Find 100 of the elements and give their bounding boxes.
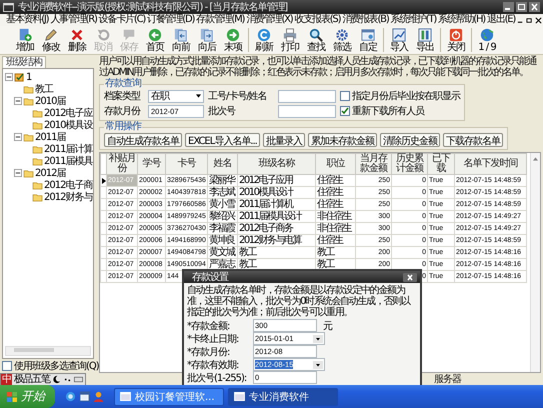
close-icon[interactable] [403, 272, 417, 282]
tree-item[interactable]: 2011届 [35, 132, 66, 142]
input-mode-toggle[interactable]: 中 [1, 374, 12, 384]
action-button[interactable]: 批量录入 [262, 133, 305, 147]
toolbar-button[interactable]: 导出 [412, 26, 438, 54]
toolbar-button[interactable]: 关闭 [443, 26, 469, 54]
folder-icon [23, 168, 34, 178]
tree-item[interactable]: 2010模具设 [44, 120, 92, 130]
folder-icon [32, 120, 43, 130]
maximize-icon[interactable] [516, 2, 527, 12]
search-field[interactable] [278, 90, 336, 102]
toolbar-button[interactable]: 删除 [64, 26, 90, 54]
column-header[interactable]: 学号 [138, 154, 166, 174]
toolbar-button[interactable]: 向后 [194, 26, 220, 54]
toolbar-button[interactable]: 修改 [38, 26, 64, 54]
taskbar-button[interactable]: 专业消费软件 [228, 388, 338, 406]
toolbar-button[interactable]: 打印 [277, 26, 303, 54]
toolbar-button[interactable]: 筛选 [329, 26, 355, 54]
window-icon[interactable] [79, 391, 90, 402]
toolbar-button[interactable]: 1 / 9 [474, 26, 500, 54]
close-icon[interactable] [535, 16, 542, 24]
column-header[interactable]: 已下载 [428, 154, 454, 174]
toolbar-button[interactable]: 首页 [142, 26, 168, 54]
type-dropdown[interactable]: 在职 [148, 90, 204, 102]
column-header[interactable]: 姓名 [208, 154, 238, 174]
action-button[interactable]: 下载存款名单 [442, 133, 503, 147]
document-icon [200, 28, 214, 42]
toolbar-button[interactable]: 自定 [355, 26, 381, 54]
browser-icon[interactable] [65, 391, 76, 402]
table-cell: 教工 [238, 246, 316, 258]
tree-item[interactable]: 2012届 [35, 168, 66, 178]
menu-item[interactable]: 消费管理(X) [246, 14, 295, 26]
checkbox[interactable] [340, 106, 350, 116]
keyboard-icon[interactable] [74, 374, 83, 384]
column-header[interactable]: 补贴月份 [106, 154, 138, 174]
toolbar-button[interactable]: 增加 [12, 26, 38, 54]
column-header[interactable]: 卡号 [166, 154, 208, 174]
document-icon [174, 28, 188, 42]
horizontal-scrollbar[interactable] [5, 346, 91, 356]
field-label: 批次号(1-255): [187, 372, 248, 384]
batch-field[interactable] [278, 104, 336, 118]
column-header[interactable]: 班级名称 [238, 154, 316, 174]
column-header[interactable]: 历史累计金额 [392, 154, 428, 174]
tree-item[interactable]: 2011届计算 [44, 144, 92, 154]
caret-icon [313, 360, 323, 368]
menu-item[interactable]: 基本资料(J) [6, 14, 50, 26]
moon-icon[interactable] [52, 374, 61, 384]
table-cell: 黎绍兴 [208, 210, 238, 222]
restore-icon[interactable] [526, 16, 534, 24]
person-icon[interactable] [93, 391, 104, 402]
menu-item[interactable]: 存款管理(M) [196, 14, 246, 26]
scroll-up-arrow-icon[interactable] [533, 157, 538, 161]
table-cell: 非住宿生 [316, 222, 356, 234]
menu-item[interactable]: 系统帮助(H) [438, 14, 487, 26]
refresh-icon [257, 28, 271, 42]
checkbox[interactable] [340, 91, 350, 101]
tree-item[interactable]: 2011届模具 [44, 156, 92, 166]
menu-item[interactable]: 退出(E) [487, 14, 518, 26]
menu-item[interactable]: 订餐管理(D) [147, 14, 196, 26]
window-icon [234, 392, 245, 401]
action-button[interactable]: EXCEL导入名单... [185, 133, 260, 147]
toolbar-button[interactable]: 导入 [386, 26, 412, 54]
column-header[interactable]: 当月存款金额 [356, 154, 392, 174]
window-title: 专业消费软件--演示版(授权:测试科技有限公司) - [当月存款名单管理] [18, 0, 288, 14]
panel-tab[interactable]: 班级结构 [2, 56, 46, 68]
action-button[interactable]: 清除历史金额 [380, 133, 440, 147]
table-cell: 李福霞 [208, 222, 238, 234]
tree-item[interactable]: 1 [26, 72, 32, 82]
toolbar-button[interactable]: 向前 [168, 26, 194, 54]
field-label: *存款金额: [187, 320, 230, 332]
menu-item[interactable]: 系统维护(T) [390, 14, 438, 26]
tree-item[interactable]: 教工 [35, 84, 53, 94]
collapse-toggle-icon[interactable] [5, 73, 13, 81]
taskbar-button[interactable]: 校园订餐管理软... [114, 388, 224, 406]
tree-item[interactable]: 2010届 [35, 96, 66, 106]
column-header[interactable]: 职位 [316, 154, 356, 174]
menu-item[interactable]: 设备卡片(C) [98, 14, 148, 26]
collapse-toggle-icon[interactable] [14, 169, 22, 177]
start-button[interactable]: 开始 [0, 385, 55, 408]
collapse-toggle-icon[interactable] [14, 97, 22, 105]
collapse-toggle-icon[interactable] [14, 133, 22, 141]
gear-icon [335, 28, 349, 42]
column-header[interactable]: 名单下发时间 [454, 154, 526, 174]
menu-item[interactable]: 收支报表(S) [294, 14, 342, 26]
toolbar-button[interactable]: 末项 [220, 26, 246, 54]
action-button[interactable]: 自动生成存款名单 [104, 133, 182, 147]
toolbar-button[interactable]: 刷新 [251, 26, 277, 54]
tree-item[interactable]: 2012电子应 [44, 108, 92, 118]
menu-item[interactable]: 消费报表(B) [342, 14, 391, 26]
input-method-name[interactable]: 极品五笔 [14, 374, 50, 384]
tree-item[interactable]: 2012财务与 [44, 192, 92, 202]
action-button[interactable]: 累加未存款金额 [308, 133, 377, 147]
checkbox[interactable] [2, 361, 12, 371]
menu-item[interactable]: 人事管理(R) [50, 14, 99, 26]
table-cell: 住宿生 [316, 186, 356, 198]
toolbar-button[interactable]: 查找 [303, 26, 329, 54]
table-cell: 住宿生 [316, 174, 356, 186]
table-cell: 2012电子应用 [238, 174, 316, 186]
tree-item[interactable]: 2012电子商 [44, 180, 92, 190]
vertical-scrollbar[interactable] [530, 153, 540, 372]
